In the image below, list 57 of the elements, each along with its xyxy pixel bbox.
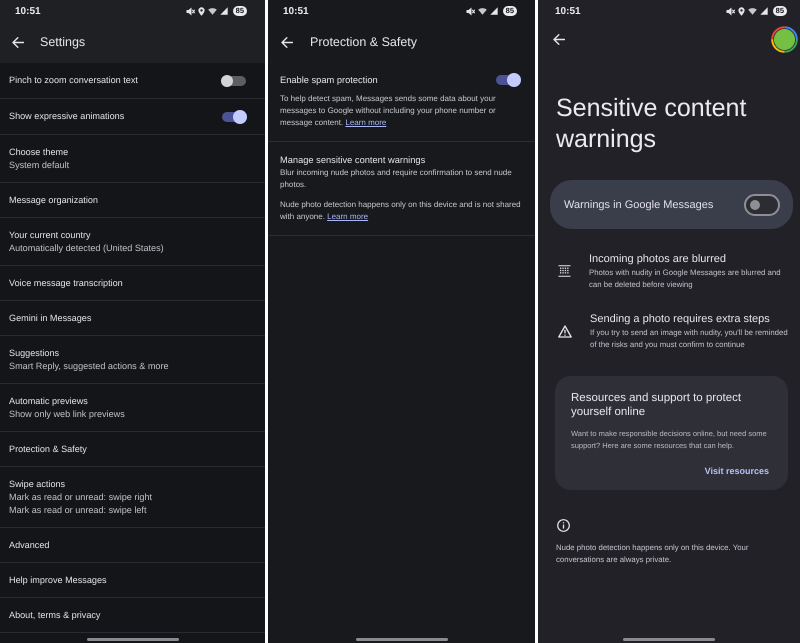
settings-item[interactable]: Suggestions Smart Reply, suggested actions & more	[0, 336, 265, 384]
learn-more-link[interactable]: Learn more	[327, 212, 368, 221]
switch-label: Warnings in Google Messages	[564, 198, 714, 210]
feature-title: Sending a photo requires extra steps	[590, 312, 771, 326]
feature-title: Incoming photos are blurred	[589, 252, 727, 266]
mute-icon	[466, 6, 475, 16]
back-arrow-icon	[553, 34, 565, 44]
location-icon	[198, 6, 205, 16]
toggle-switch[interactable]	[221, 110, 247, 124]
setting-title: Enable spam protection	[280, 74, 378, 86]
settings-item[interactable]: Your current country Automatically detected (United States)	[0, 218, 265, 266]
status-time: 10:51	[283, 6, 309, 16]
avatar-icon[interactable]	[771, 26, 798, 52]
wifi-icon	[478, 7, 487, 15]
settings-item[interactable]: Advanced	[0, 528, 265, 563]
mute-icon	[186, 6, 195, 16]
settings-item[interactable]: Automatic previews Show only web link previews	[0, 384, 265, 432]
screen-title: Protection & Safety	[310, 35, 418, 49]
location-icon	[738, 6, 745, 16]
back-arrow-icon	[12, 36, 24, 48]
signal-icon	[220, 7, 228, 15]
status-time: 10:51	[555, 6, 581, 16]
visit-resources-link[interactable]: Visit resources	[704, 466, 769, 476]
back-button[interactable]	[281, 36, 293, 48]
signal-icon	[490, 7, 498, 15]
card-title: Resources and support to protect yourself online	[571, 392, 742, 419]
back-arrow-icon	[281, 36, 293, 48]
back-button[interactable]	[12, 36, 24, 48]
settings-item[interactable]: Gemini in Messages	[0, 301, 265, 336]
settings-item[interactable]: Help improve Messages	[0, 563, 265, 598]
settings-item[interactable]: Swipe actions Mark as read or unread: swipe right Mark as read or unread: swipe left	[0, 467, 265, 528]
settings-item[interactable]: Choose theme System default	[0, 135, 265, 183]
settings-item[interactable]: About, terms & privacy	[0, 598, 265, 633]
settings-item[interactable]: Pinch to zoom conversation text	[0, 63, 265, 99]
back-button[interactable]	[553, 34, 565, 44]
description-text: Nude photo detection happens only on this device and is not shared with anyone. Learn more	[280, 199, 521, 223]
info-icon	[557, 519, 570, 532]
toggle-switch[interactable]	[495, 73, 521, 87]
dot-grid-icon	[558, 265, 571, 277]
wifi-icon	[748, 7, 757, 15]
description-text: Blur incoming nude photos and require confirmation to send nude photos.	[280, 167, 513, 191]
settings-item[interactable]: Message organization	[0, 183, 265, 218]
signal-icon	[760, 7, 768, 15]
settings-item[interactable]: Protection & Safety	[0, 432, 265, 467]
mute-icon	[726, 6, 735, 16]
toggle-switch[interactable]	[221, 74, 247, 88]
settings-item[interactable]: Show expressive animations	[0, 99, 265, 135]
toggle-switch[interactable]	[744, 194, 780, 216]
warning-icon	[558, 324, 572, 338]
setting-title[interactable]: Manage sensitive content warnings	[280, 154, 426, 166]
description-text: To help detect spam, Messages sends some data about your messages to Google without including your phone number or message content. Learn more	[280, 93, 497, 129]
status-time: 10:51	[15, 6, 41, 16]
settings-item[interactable]: Voice message transcription	[0, 266, 265, 301]
learn-more-link[interactable]: Learn more	[345, 118, 386, 127]
wifi-icon	[208, 7, 217, 15]
page-title: Sensitive content warnings	[556, 93, 748, 155]
screen-title: Settings	[40, 35, 86, 49]
